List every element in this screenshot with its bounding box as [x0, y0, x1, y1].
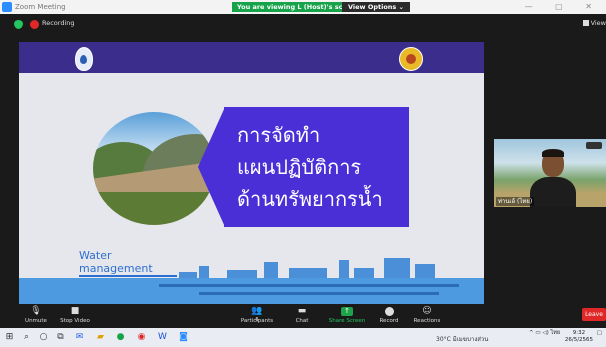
- system-tray[interactable]: ^ ▭ ◁) ไทย 9:32 26/5/2565 ▢: [529, 330, 602, 344]
- grid-view-icon: [582, 20, 589, 26]
- reactions-button[interactable]: ☺ Reactions: [412, 304, 442, 328]
- pipe-line: [199, 292, 439, 295]
- tray-icons[interactable]: ^ ▭ ◁): [529, 330, 549, 336]
- more-options-icon[interactable]: [586, 142, 602, 149]
- person-hair: [542, 149, 564, 157]
- chat-label: Chat: [295, 318, 309, 324]
- search-icon[interactable]: ⌕: [21, 332, 32, 343]
- notification-icon[interactable]: ▢: [597, 330, 602, 336]
- zoom-app-icon: [2, 2, 12, 12]
- microphone-muted-icon: 🎙: [30, 306, 42, 316]
- windows-start-icon[interactable]: ⊞: [4, 332, 15, 343]
- water-management-label: Water management: [79, 249, 153, 275]
- task-view-icon[interactable]: ⧉: [55, 332, 66, 343]
- participant-person: [530, 149, 576, 207]
- recording-label: Recording: [42, 19, 75, 27]
- leave-button[interactable]: Leave: [582, 308, 606, 321]
- water-label-underline: [79, 275, 177, 277]
- participants-icon: 👥6: [251, 306, 263, 324]
- participants-label: Participants: [240, 318, 274, 324]
- slide-header-band: [19, 42, 484, 73]
- stop-video-button[interactable]: ■ Stop Video: [58, 304, 92, 328]
- reactions-label: Reactions: [413, 318, 441, 324]
- participant-video-tile[interactable]: ท่านเอ้ (ไทย): [494, 139, 606, 207]
- slide-title-line-2: แผนปฏิบัติการ: [237, 155, 362, 179]
- file-explorer-icon[interactable]: ▰: [95, 332, 106, 343]
- cortana-icon[interactable]: ○: [38, 332, 49, 343]
- chrome-icon[interactable]: ◉: [136, 332, 147, 343]
- chat-icon: ▬: [297, 306, 307, 316]
- windows-taskbar: ⊞ ⌕ ○ ⧉ ✉ ▰ ● ◉ W ◙ 30°C มีเมฆบางส่วน ^ …: [0, 328, 606, 347]
- shared-screen-slide: การจัดทำ แผนปฏิบัติการ ด้านทรัพยากรน้ำ W…: [19, 42, 484, 304]
- title-arrow-shape: [198, 107, 225, 227]
- underground-pipes-illustration: [19, 278, 484, 304]
- word-icon[interactable]: W: [157, 332, 168, 343]
- view-options-button[interactable]: View Options ⌄: [342, 2, 411, 12]
- window-controls[interactable]: — ▢ ✕: [525, 1, 602, 13]
- chat-button[interactable]: ▬ Chat: [291, 304, 313, 328]
- share-screen-label: Share Screen: [328, 318, 366, 324]
- shield-icon[interactable]: [14, 20, 23, 29]
- pipe-line: [159, 284, 459, 287]
- view-label: View: [590, 19, 606, 27]
- view-button[interactable]: View: [582, 19, 606, 27]
- participants-button[interactable]: 👥6 Participants: [238, 304, 276, 328]
- emblem-logo-icon: [399, 47, 423, 71]
- record-button[interactable]: Record: [376, 304, 402, 328]
- share-screen-button[interactable]: ↑ Share Screen: [328, 304, 366, 328]
- meeting-topbar: Recording View: [0, 14, 606, 36]
- unmute-button[interactable]: 🎙 Unmute: [22, 304, 50, 328]
- slide-title: การจัดทำ แผนปฏิบัติการ ด้านทรัพยากรน้ำ: [237, 119, 407, 215]
- mail-icon[interactable]: ✉: [74, 332, 85, 343]
- line-app-icon[interactable]: ●: [115, 332, 126, 343]
- weather-widget[interactable]: 30°C มีเมฆบางส่วน: [436, 334, 488, 344]
- record-icon: [384, 307, 394, 316]
- share-screen-icon: ↑: [341, 307, 353, 316]
- recording-dot-icon: [30, 20, 39, 29]
- river-landscape-image: [93, 112, 215, 225]
- water-label-line-2: management: [79, 262, 153, 275]
- zoom-taskbar-icon[interactable]: ◙: [178, 332, 189, 343]
- meeting-toolbar: 🎙 Unmute ■ Stop Video 👥6 Participants ▬ …: [0, 304, 606, 328]
- water-drop-logo-icon: [75, 47, 93, 71]
- slide-title-line-3: ด้านทรัพยากรน้ำ: [237, 187, 383, 211]
- unmute-label: Unmute: [25, 318, 47, 324]
- video-camera-icon: ■: [70, 306, 80, 316]
- river-bank: [93, 192, 215, 225]
- person-body: [530, 177, 576, 207]
- input-language[interactable]: ไทย: [550, 330, 560, 336]
- window-titlebar: Zoom Meeting You are viewing L (Host)'s …: [0, 0, 606, 14]
- record-label: Record: [379, 318, 399, 324]
- water-label-line-1: Water: [79, 249, 112, 262]
- participant-name: ท่านเอ้ (ไทย): [496, 197, 535, 206]
- clock-time[interactable]: 9:32: [565, 330, 593, 337]
- stop-video-label: Stop Video: [60, 318, 90, 324]
- clock-date[interactable]: 26/5/2565: [565, 337, 593, 344]
- window-title: Zoom Meeting: [15, 3, 66, 11]
- slide-title-line-1: การจัดทำ: [237, 123, 321, 147]
- smiley-icon: ☺: [422, 306, 432, 316]
